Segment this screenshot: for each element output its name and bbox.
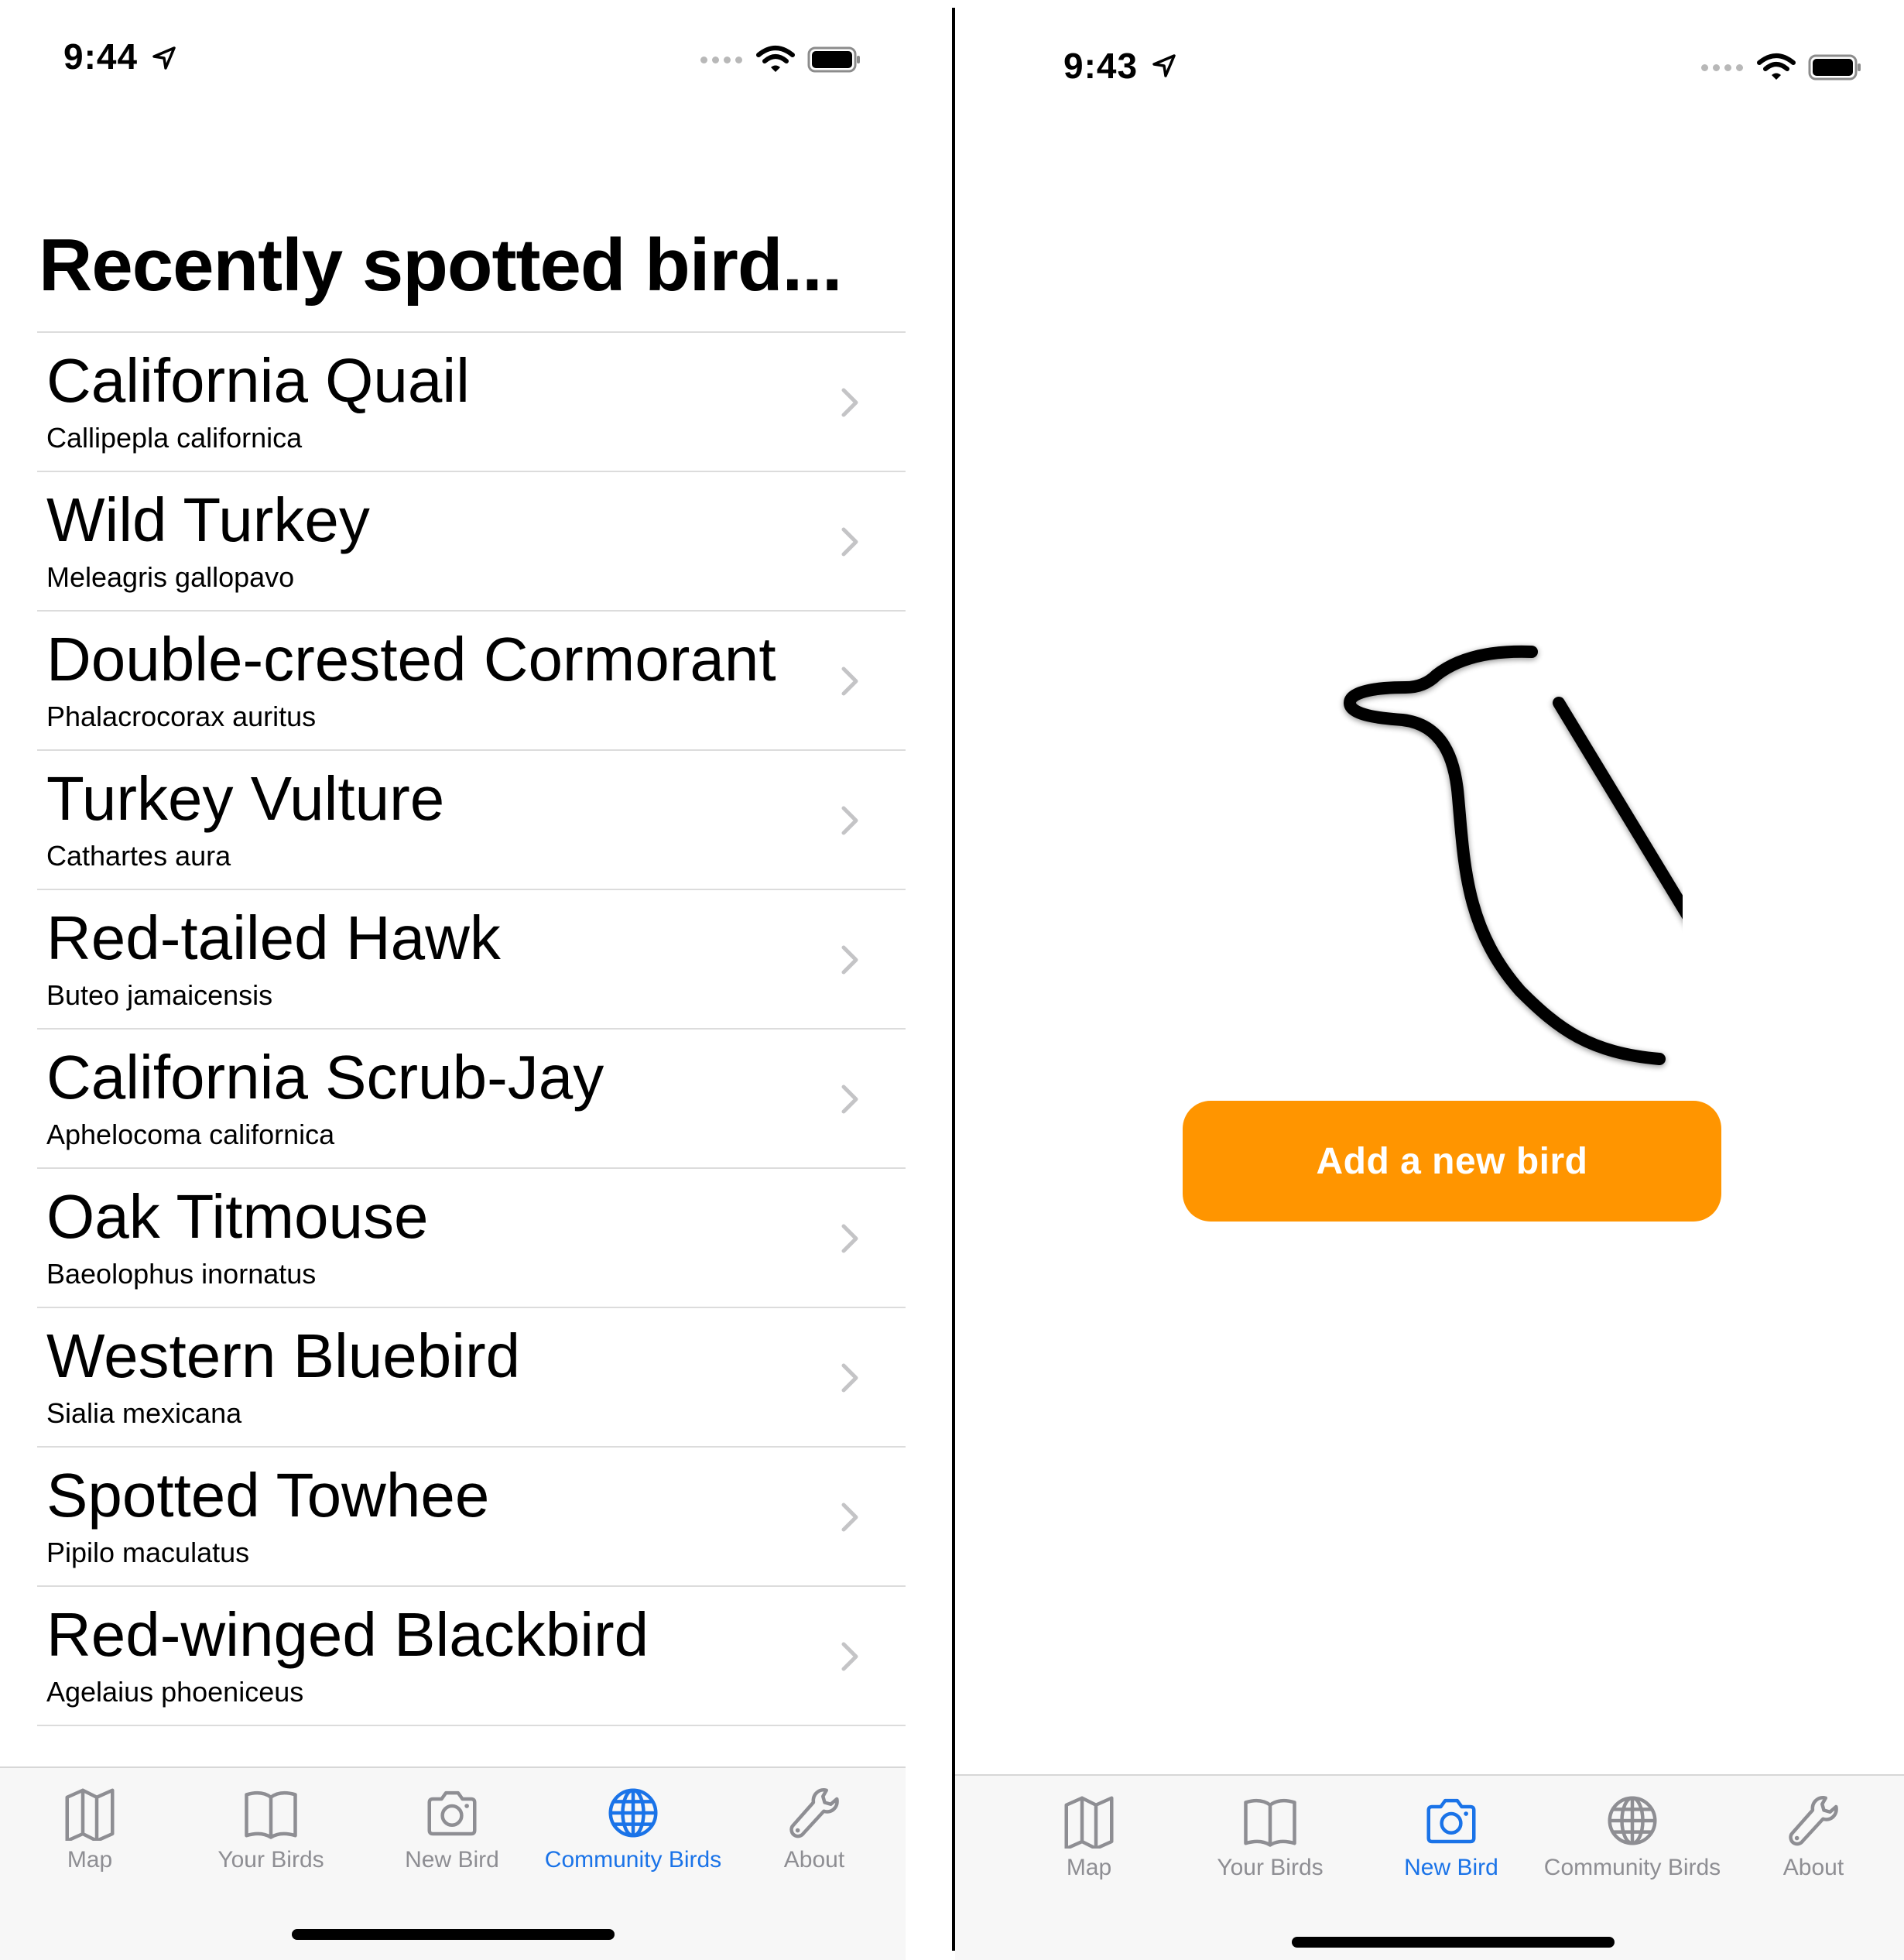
bird-scientific-name: Cathartes aura bbox=[46, 840, 231, 872]
tab-label: Map bbox=[1066, 1855, 1112, 1880]
tab-community-birds[interactable]: Community Birds bbox=[544, 1768, 722, 1873]
bird-list-row[interactable]: Oak Titmouse Baeolophus inornatus bbox=[37, 1169, 906, 1308]
bird-common-name: Red-winged Blackbird bbox=[46, 1600, 649, 1669]
chevron-right-icon bbox=[841, 666, 858, 696]
tab-label: Community Birds bbox=[1543, 1855, 1721, 1880]
bird-list-row[interactable]: Spotted Towhee Pipilo maculatus bbox=[37, 1448, 906, 1587]
wifi-icon bbox=[1757, 53, 1796, 80]
tab-label: Your Birds bbox=[1217, 1855, 1324, 1880]
bird-common-name: Red-tailed Hawk bbox=[46, 903, 501, 972]
globe-icon bbox=[608, 1788, 658, 1838]
new-bird-screen: 9:43 Add a new bird Map Your Birds New B… bbox=[955, 0, 1904, 1960]
status-icons bbox=[700, 45, 861, 74]
bird-list-row[interactable]: California Scrub-Jay Aphelocoma californi… bbox=[37, 1030, 906, 1169]
signal-icon bbox=[700, 56, 742, 63]
chevron-right-icon bbox=[841, 945, 858, 975]
globe-icon bbox=[1608, 1796, 1657, 1845]
tab-label: About bbox=[1782, 1855, 1844, 1880]
bird-common-name: Western Bluebird bbox=[46, 1321, 521, 1390]
bird-list: California Quail Callipepla californica Wi… bbox=[37, 331, 906, 1726]
bird-scientific-name: Pipilo maculatus bbox=[46, 1537, 250, 1568]
bird-scientific-name: Phalacrocorax auritus bbox=[46, 701, 317, 732]
location-arrow-icon bbox=[1152, 54, 1176, 77]
tab-label: New Bird bbox=[1404, 1855, 1498, 1880]
bird-list-row[interactable]: Turkey Vulture Cathartes aura bbox=[37, 751, 906, 890]
chevron-right-icon bbox=[841, 527, 858, 557]
bird-scientific-name: Buteo jamaicensis bbox=[46, 979, 273, 1011]
book-icon bbox=[245, 1790, 297, 1839]
tab-new-bird[interactable]: New Bird bbox=[363, 1768, 541, 1873]
book-icon bbox=[1244, 1798, 1296, 1847]
tab-your-birds[interactable]: Your Birds bbox=[1181, 1776, 1359, 1881]
community-birds-screen: 9:44 Recently spotted bird... California… bbox=[0, 0, 906, 1960]
bird-list-row[interactable]: Red-winged Blackbird Agelaius phoeniceus bbox=[37, 1587, 906, 1726]
bird-list-row[interactable]: Red-tailed Hawk Buteo jamaicensis bbox=[37, 890, 906, 1030]
location-arrow-icon bbox=[152, 46, 176, 70]
tab-bar: Map Your Birds New Bird Community Birds Abou… bbox=[955, 1774, 1904, 1960]
chevron-right-icon bbox=[841, 1503, 858, 1532]
wifi-icon bbox=[756, 46, 795, 72]
signal-icon bbox=[1701, 63, 1743, 71]
bird-scientific-name: Aphelocoma californica bbox=[46, 1119, 335, 1150]
tab-your-birds[interactable]: Your Birds bbox=[182, 1768, 360, 1873]
tab-map[interactable]: Map bbox=[1000, 1776, 1178, 1881]
camera-icon bbox=[1426, 1798, 1476, 1844]
battery-icon bbox=[1808, 54, 1861, 81]
bird-common-name: California Quail bbox=[46, 346, 470, 415]
tab-new-bird[interactable]: New Bird bbox=[1362, 1776, 1540, 1881]
chevron-right-icon bbox=[841, 1085, 858, 1114]
wrench-icon bbox=[789, 1788, 839, 1838]
battery-icon bbox=[807, 46, 860, 73]
bird-common-name: Wild Turkey bbox=[46, 485, 370, 554]
status-bar: 9:43 bbox=[955, 0, 1904, 108]
home-indicator bbox=[292, 1929, 615, 1940]
bird-common-name: Oak Titmouse bbox=[46, 1182, 429, 1251]
wrench-icon bbox=[1789, 1796, 1838, 1846]
bird-scientific-name: Sialia mexicana bbox=[46, 1397, 242, 1429]
bird-list-row[interactable]: Double-crested Cormorant Phalacrocorax au… bbox=[37, 612, 906, 751]
bird-common-name: Double-crested Cormorant bbox=[46, 625, 776, 694]
chevron-right-icon bbox=[841, 1363, 858, 1393]
tab-community-birds[interactable]: Community Birds bbox=[1543, 1776, 1721, 1881]
chevron-right-icon bbox=[841, 1642, 858, 1671]
camera-icon bbox=[427, 1790, 477, 1836]
tab-map[interactable]: Map bbox=[1, 1768, 179, 1873]
tab-label: Your Birds bbox=[217, 1847, 324, 1873]
bird-scientific-name: Baeolophus inornatus bbox=[46, 1258, 317, 1290]
status-time: 9:43 bbox=[1063, 46, 1139, 86]
add-new-bird-button[interactable]: Add a new bird bbox=[1183, 1101, 1721, 1222]
bird-list-row[interactable]: California Quail Callipepla californica bbox=[37, 333, 906, 472]
map-icon bbox=[65, 1788, 115, 1841]
bird-common-name: Turkey Vulture bbox=[46, 764, 445, 833]
status-time: 9:44 bbox=[63, 36, 139, 77]
bird-common-name: California Scrub-Jay bbox=[46, 1043, 604, 1112]
bird-list-row[interactable]: Western Bluebird Sialia mexicana bbox=[37, 1308, 906, 1448]
tab-about[interactable]: About bbox=[725, 1768, 903, 1873]
tab-about[interactable]: About bbox=[1724, 1776, 1902, 1881]
tab-label: Community Birds bbox=[544, 1847, 722, 1873]
page-title: Recently spotted bird... bbox=[39, 224, 842, 307]
status-icons bbox=[1701, 53, 1862, 82]
tab-label: Map bbox=[67, 1847, 113, 1873]
bird-common-name: Spotted Towhee bbox=[46, 1461, 490, 1530]
chevron-right-icon bbox=[841, 388, 858, 417]
chevron-right-icon bbox=[841, 1224, 858, 1253]
map-icon bbox=[1064, 1796, 1114, 1849]
bird-outline-icon bbox=[1344, 645, 1683, 1065]
tab-label: About bbox=[783, 1847, 845, 1873]
bird-list-row[interactable]: Wild Turkey Meleagris gallopavo bbox=[37, 472, 906, 612]
home-indicator bbox=[1292, 1937, 1615, 1948]
tab-label: New Bird bbox=[405, 1847, 499, 1873]
bird-scientific-name: Agelaius phoeniceus bbox=[46, 1676, 304, 1708]
bird-scientific-name: Meleagris gallopavo bbox=[46, 561, 295, 593]
bird-scientific-name: Callipepla californica bbox=[46, 422, 303, 454]
status-bar: 9:44 bbox=[0, 0, 906, 108]
chevron-right-icon bbox=[841, 806, 858, 835]
